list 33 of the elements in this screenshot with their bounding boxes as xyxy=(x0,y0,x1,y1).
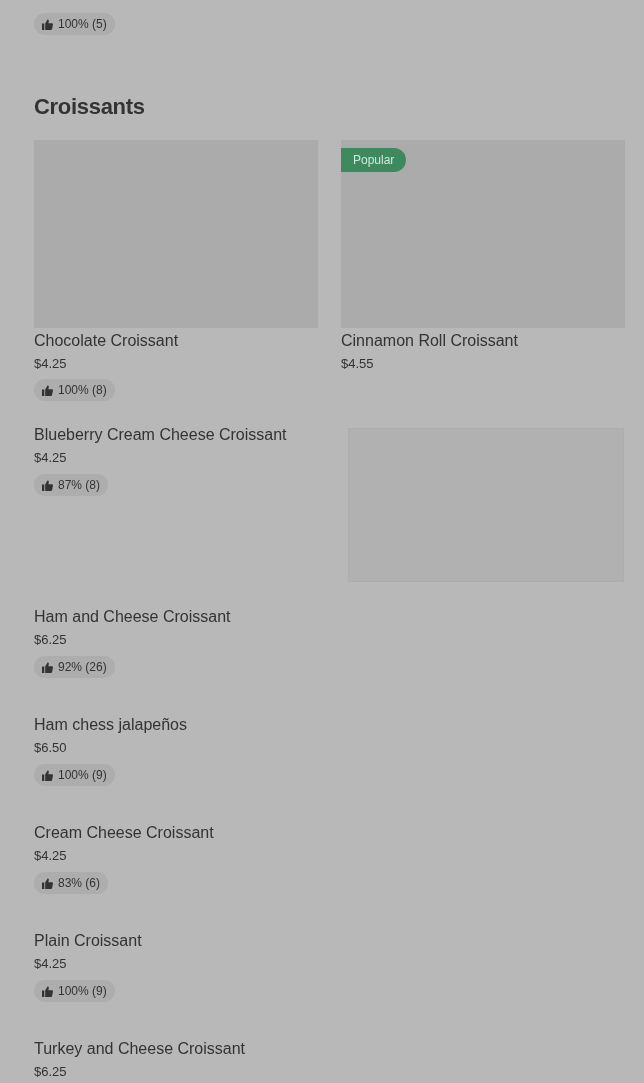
item-price: $4.25 xyxy=(34,449,68,466)
item-price: $4.55 xyxy=(341,355,375,372)
thumbs-up-icon xyxy=(42,985,53,997)
rating-badge: 100% (9) xyxy=(34,980,115,1002)
thumbs-up-icon xyxy=(42,877,53,889)
item-price: $4.25 xyxy=(34,847,68,864)
item-price: $6.50 xyxy=(34,739,68,756)
rating-badge: 87% (8) xyxy=(34,474,109,496)
rating-badge: 100% (5) xyxy=(34,13,115,35)
thumbs-up-icon xyxy=(42,661,53,673)
item-name[interactable]: Plain Croissant xyxy=(34,931,142,951)
thumbs-up-icon xyxy=(42,769,53,781)
thumbs-up-icon xyxy=(42,384,53,396)
section-title: Croissants xyxy=(34,93,146,121)
rating-badge: 100% (8) xyxy=(34,379,115,401)
item-name[interactable]: Cinnamon Roll Croissant xyxy=(341,331,625,351)
rating-badge: 92% (26) xyxy=(34,656,115,678)
rating-badge: 100% (9) xyxy=(34,764,115,786)
thumbs-up-icon xyxy=(42,18,53,30)
item-name[interactable]: Blueberry Cream Cheese Croissant xyxy=(34,425,287,445)
item-name[interactable]: Ham chess jalapeños xyxy=(34,715,187,735)
item-price: $4.25 xyxy=(34,955,68,972)
item-price: $6.25 xyxy=(34,1063,68,1080)
item-name[interactable]: Turkey and Cheese Croissant xyxy=(34,1039,246,1059)
item-price: $4.25 xyxy=(34,355,68,372)
item-price: $6.25 xyxy=(34,631,68,648)
popular-badge: Popular xyxy=(341,148,407,172)
item-name[interactable]: Cream Cheese Croissant xyxy=(34,823,214,843)
item-name[interactable]: Ham and Cheese Croissant xyxy=(34,607,231,627)
rating-badge: 83% (6) xyxy=(34,872,109,894)
item-name[interactable]: Chocolate Croissant xyxy=(34,331,318,351)
image-placeholder[interactable]: Popular xyxy=(341,140,625,328)
thumbs-up-icon xyxy=(42,479,53,491)
